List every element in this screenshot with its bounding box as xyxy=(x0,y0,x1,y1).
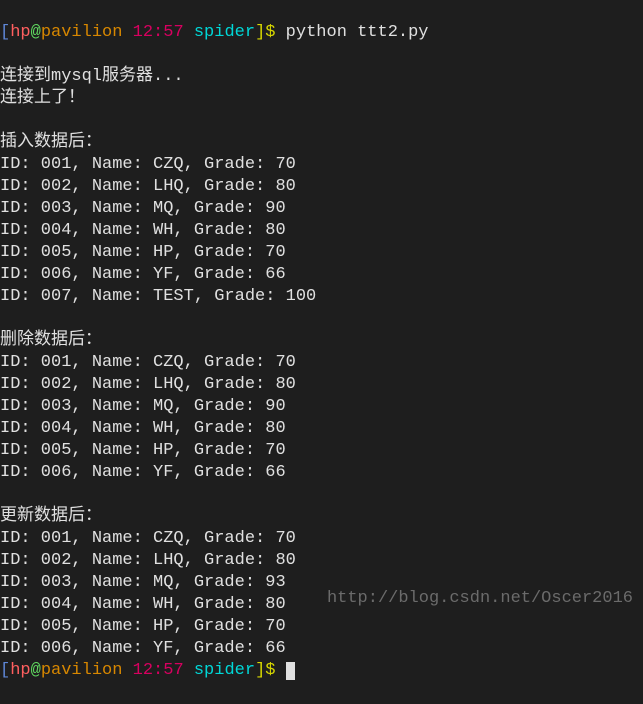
prompt-host: pavilion xyxy=(41,661,123,680)
prompt-time: 12:57 xyxy=(133,661,184,680)
prompt-dollar: $ xyxy=(265,23,275,42)
table-row: ID: 001, Name: CZQ, Grade: 70 xyxy=(0,155,296,174)
bracket-open: [ xyxy=(0,661,10,680)
bracket-close: ] xyxy=(255,661,265,680)
table-row: ID: 006, Name: YF, Grade: 66 xyxy=(0,463,286,482)
table-row: ID: 007, Name: TEST, Grade: 100 xyxy=(0,287,316,306)
table-row: ID: 001, Name: CZQ, Grade: 70 xyxy=(0,353,296,372)
table-row: ID: 002, Name: LHQ, Grade: 80 xyxy=(0,177,296,196)
prompt-dir: spider xyxy=(194,23,255,42)
watermark-text: http://blog.csdn.net/Oscer2016 xyxy=(327,588,633,610)
table-row: ID: 005, Name: HP, Grade: 70 xyxy=(0,243,286,262)
table-row: ID: 003, Name: MQ, Grade: 93 xyxy=(0,573,286,592)
table-row: ID: 002, Name: LHQ, Grade: 80 xyxy=(0,375,296,394)
table-row: ID: 002, Name: LHQ, Grade: 80 xyxy=(0,551,296,570)
bracket-close: ] xyxy=(255,23,265,42)
update-header: 更新数据后： xyxy=(0,507,102,526)
table-row: ID: 005, Name: HP, Grade: 70 xyxy=(0,441,286,460)
table-row: ID: 004, Name: WH, Grade: 80 xyxy=(0,419,286,438)
prompt-at: @ xyxy=(31,661,41,680)
prompt-user: hp xyxy=(10,661,30,680)
prompt-user: hp xyxy=(10,23,30,42)
table-row: ID: 003, Name: MQ, Grade: 90 xyxy=(0,199,286,218)
prompt-time: 12:57 xyxy=(133,23,184,42)
table-row: ID: 006, Name: YF, Grade: 66 xyxy=(0,639,286,658)
table-row: ID: 001, Name: CZQ, Grade: 70 xyxy=(0,529,296,548)
cursor-icon[interactable] xyxy=(286,662,295,680)
prompt-dir: spider xyxy=(194,661,255,680)
table-row: ID: 003, Name: MQ, Grade: 90 xyxy=(0,397,286,416)
prompt-line-2[interactable]: [hp@pavilion 12:57 spider]$ xyxy=(0,660,643,682)
prompt-at: @ xyxy=(31,23,41,42)
table-row: ID: 006, Name: YF, Grade: 66 xyxy=(0,265,286,284)
prompt-line-1: [hp@pavilion 12:57 spider]$ python ttt2.… xyxy=(0,22,643,44)
table-row: ID: 004, Name: WH, Grade: 80 xyxy=(0,595,286,614)
command-text: python ttt2.py xyxy=(275,23,428,42)
prompt-dollar: $ xyxy=(265,661,275,680)
prompt-host: pavilion xyxy=(41,23,123,42)
output-connected: 连接上了！ xyxy=(0,89,85,108)
output-connecting: 连接到mysql服务器... xyxy=(0,67,184,86)
table-row: ID: 004, Name: WH, Grade: 80 xyxy=(0,221,286,240)
delete-header: 删除数据后： xyxy=(0,331,102,350)
insert-header: 插入数据后： xyxy=(0,133,102,152)
table-row: ID: 005, Name: HP, Grade: 70 xyxy=(0,617,286,636)
bracket-open: [ xyxy=(0,23,10,42)
